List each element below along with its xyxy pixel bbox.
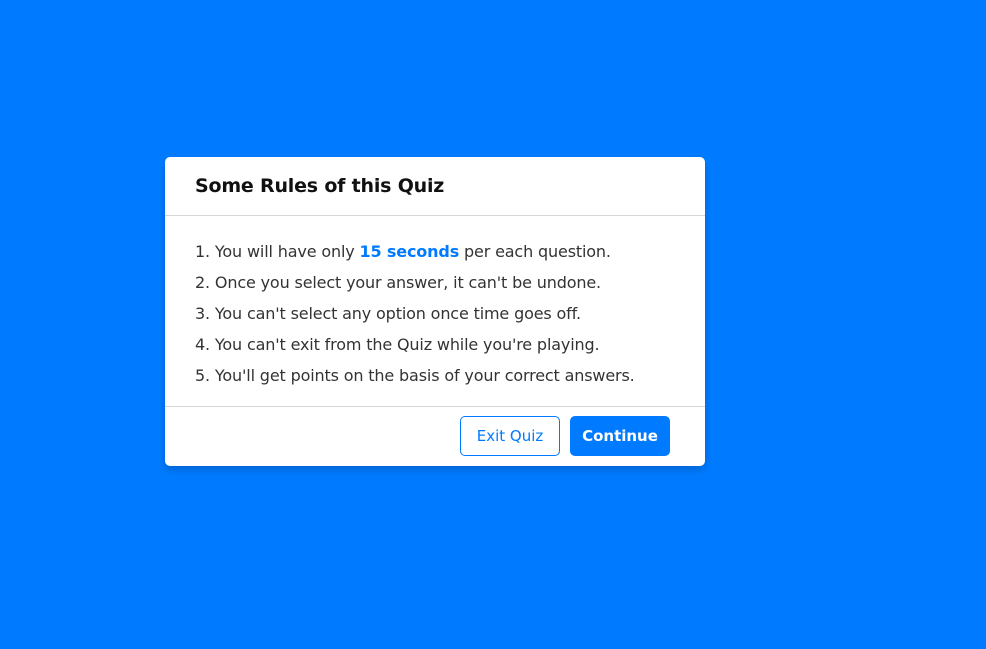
rule-number: 2. — [195, 273, 210, 292]
rule-item-5: 5. You'll get points on the basis of you… — [195, 360, 675, 391]
dialog-buttons: Exit Quiz Continue — [165, 407, 705, 465]
rule-number: 5. — [195, 366, 210, 385]
rule-text: You can't select any option once time go… — [214, 304, 581, 323]
rule-number: 3. — [195, 304, 210, 323]
rule-text-after: per each question. — [459, 242, 611, 261]
rule-text: You'll get points on the basis of your c… — [214, 366, 635, 385]
rule-item-4: 4. You can't exit from the Quiz while yo… — [195, 329, 675, 360]
rule-text: Once you select your answer, it can't be… — [214, 273, 601, 292]
rule-text-before: You will have only — [214, 242, 360, 261]
rule-item-3: 3. You can't select any option once time… — [195, 298, 675, 329]
rule-number: 1. — [195, 242, 210, 261]
rule-text: You can't exit from the Quiz while you'r… — [214, 335, 600, 354]
rules-dialog: Some Rules of this Quiz 1. You will have… — [165, 157, 705, 466]
rule-number: 4. — [195, 335, 210, 354]
dialog-title: Some Rules of this Quiz — [165, 157, 705, 216]
continue-button[interactable]: Continue — [570, 416, 670, 456]
rule-item-2: 2. Once you select your answer, it can't… — [195, 267, 675, 298]
rule-highlight: 15 seconds — [359, 242, 460, 261]
rule-item-1: 1. You will have only 15 seconds per eac… — [195, 236, 675, 267]
exit-quiz-button[interactable]: Exit Quiz — [460, 416, 560, 456]
rules-list: 1. You will have only 15 seconds per eac… — [165, 216, 705, 407]
dialog-title-text: Some Rules of this Quiz — [195, 175, 445, 197]
